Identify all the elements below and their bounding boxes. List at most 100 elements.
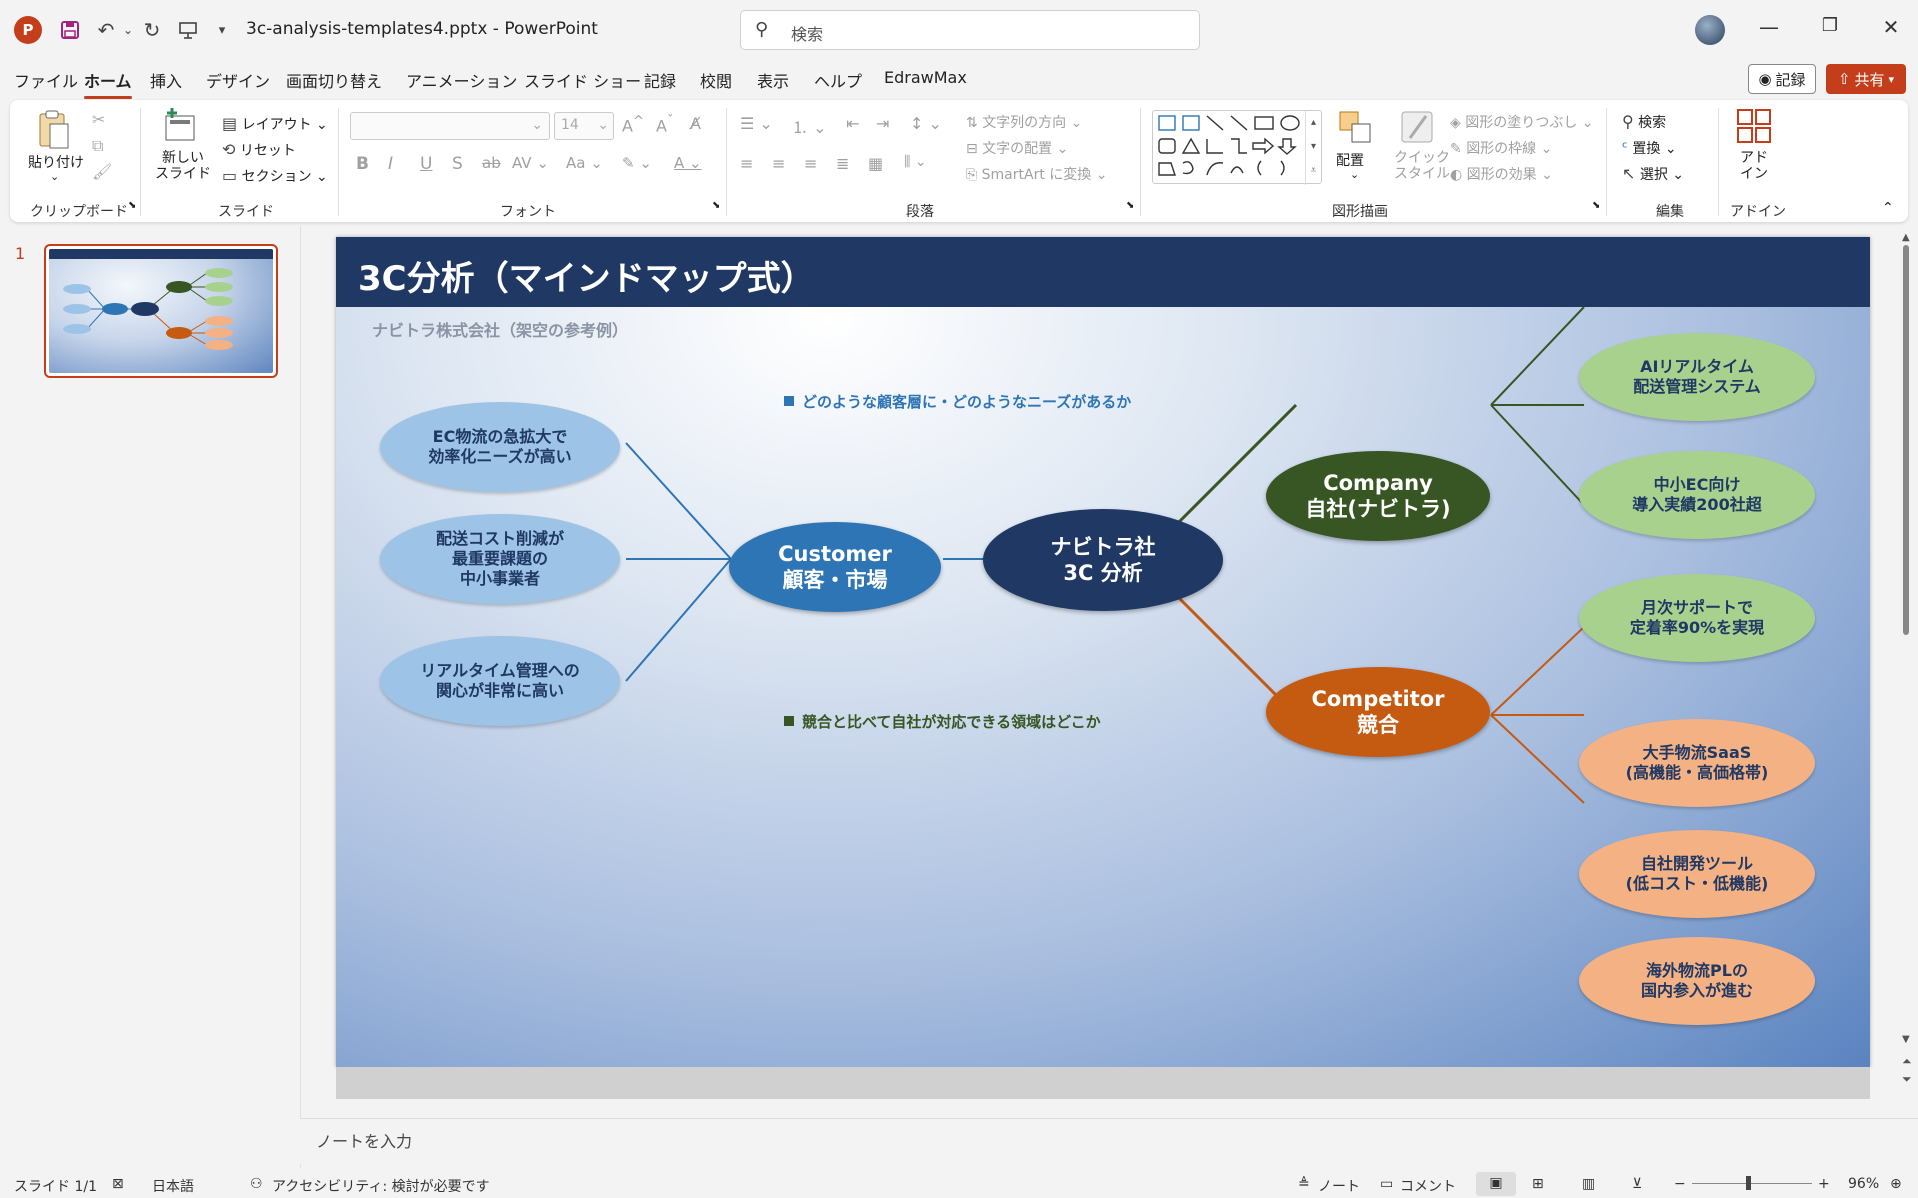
paste-button[interactable]: 貼り付け [28, 152, 84, 172]
dialog-launcher-icon[interactable]: ⬊ [712, 200, 720, 211]
zoom-in-icon[interactable]: + [1818, 1176, 1830, 1192]
company-node[interactable]: Company 自社(ナビトラ) [1266, 451, 1490, 541]
minimize-button[interactable]: — [1754, 15, 1784, 39]
note-competitor[interactable]: 競合と比べて自社が対応できる領域はどこか [784, 711, 1101, 732]
dialog-launcher-icon[interactable]: ⬊ [128, 200, 136, 211]
arrange-dropdown-icon[interactable]: ⌄ [1350, 168, 1359, 181]
shape-outline-button[interactable]: ✎ 図形の枠線 ⌄ [1450, 138, 1552, 158]
next-slide-icon[interactable]: ⏷ [1902, 1072, 1912, 1087]
slide-sorter-icon[interactable]: ⊞ [1532, 1176, 1544, 1192]
italic-icon[interactable]: I [388, 154, 393, 174]
change-case-icon[interactable]: Aa ⌄ [566, 154, 603, 172]
save-icon[interactable] [56, 16, 84, 44]
line-spacing-icon[interactable]: ↕ ⌄ [910, 114, 942, 133]
redo-icon[interactable]: ↻ [138, 16, 166, 44]
slideshow-icon[interactable]: ⊻ [1632, 1176, 1642, 1192]
distributed-icon[interactable]: ▦ [868, 154, 883, 173]
underline-icon[interactable]: U [420, 154, 432, 174]
font-size-combo[interactable]: 14 ⌄ [554, 112, 614, 140]
shapes-gallery[interactable]: ▴ ▾ ⩡ [1152, 110, 1322, 185]
center-node[interactable]: ナビトラ社 3C 分析 [983, 509, 1223, 611]
notes-toggle[interactable]: ノート [1318, 1176, 1360, 1196]
bold-icon[interactable]: B [356, 154, 369, 174]
find-button[interactable]: ⚲ 検索 [1622, 112, 1666, 132]
tab-help[interactable]: ヘルプ [814, 68, 862, 92]
notes-icon[interactable]: ≜ [1298, 1176, 1310, 1192]
slide-thumbnail[interactable] [44, 244, 278, 378]
numbering-icon[interactable]: ⒈ ⌄ [792, 114, 827, 138]
competitor-leaf-1[interactable]: 大手物流SaaS (高機能・高価格帯) [1579, 719, 1815, 807]
comments-toggle[interactable]: コメント [1400, 1176, 1456, 1196]
spelling-check-icon[interactable]: ⊠ [112, 1176, 124, 1192]
search-box[interactable]: ⚲ 検索 [740, 10, 1200, 50]
tab-slideshow[interactable]: スライド ショー [524, 68, 641, 92]
tab-file[interactable]: ファイル [14, 68, 78, 92]
customer-leaf-1[interactable]: EC物流の急拡大で 効率化ニーズが高い [380, 402, 620, 492]
share-button[interactable]: ⇧ 共有 ▾ [1826, 64, 1906, 94]
accessibility-icon[interactable]: ⚇ [250, 1176, 263, 1192]
shadow-icon[interactable]: S [452, 154, 463, 174]
language-indicator[interactable]: 日本語 [152, 1176, 194, 1196]
close-button[interactable]: ✕ [1876, 15, 1906, 39]
align-left-icon[interactable]: ≡ [740, 154, 753, 173]
customize-qat-icon[interactable]: ▾ [208, 16, 236, 44]
zoom-slider-handle[interactable] [1746, 1176, 1751, 1190]
align-right-icon[interactable]: ≡ [804, 154, 817, 173]
select-button[interactable]: ↖ 選択 ⌄ [1622, 164, 1684, 184]
record-button[interactable]: ◉ 記録 [1748, 64, 1816, 94]
decrease-indent-icon[interactable]: ⇤ [846, 114, 859, 133]
tab-record[interactable]: 記録 [644, 68, 676, 92]
company-leaf-1[interactable]: AIリアルタイム 配送管理システム [1579, 333, 1815, 421]
quick-style-icon[interactable] [1398, 108, 1438, 148]
increase-indent-icon[interactable]: ⇥ [876, 114, 889, 133]
normal-view-icon[interactable]: ▣ [1476, 1172, 1516, 1196]
scrollbar-thumb[interactable] [1903, 245, 1909, 635]
shape-fill-button[interactable]: ◈ 図形の塗りつぶし ⌄ [1450, 112, 1594, 132]
clear-format-icon[interactable]: A̸ [690, 114, 701, 133]
tab-home[interactable]: ホーム [84, 68, 132, 99]
grow-font-icon[interactable]: A^ [622, 114, 644, 135]
tab-animations[interactable]: アニメーション [406, 68, 517, 92]
competitor-leaf-3[interactable]: 海外物流PLの 国内参入が進む [1579, 937, 1815, 1025]
section-button[interactable]: ▭ セクション ⌄ [222, 166, 328, 186]
previous-slide-icon[interactable]: ⏶ [1902, 1054, 1912, 1069]
arrange-icon[interactable] [1336, 108, 1376, 148]
customer-leaf-3[interactable]: リアルタイム管理への 関心が非常に高い [380, 636, 620, 726]
justify-icon[interactable]: ≣ [836, 154, 849, 173]
scroll-down-icon[interactable]: ▼ [1902, 1034, 1910, 1045]
zoom-out-icon[interactable]: − [1674, 1176, 1686, 1192]
char-spacing-icon[interactable]: AV ⌄ [512, 154, 549, 172]
zoom-level[interactable]: 96% [1848, 1176, 1879, 1192]
cut-icon[interactable]: ✂ [92, 110, 105, 129]
competitor-node[interactable]: Competitor 競合 [1266, 667, 1490, 757]
scroll-up-icon[interactable]: ▲ [1902, 232, 1910, 243]
customer-node[interactable]: Customer 顧客・市場 [729, 522, 941, 612]
new-slide-button[interactable]: 新しい スライド [155, 150, 211, 182]
columns-icon[interactable]: ⫼ ⌄ [904, 154, 927, 170]
tab-transitions[interactable]: 画面切り替え [286, 68, 382, 92]
text-direction-button[interactable]: ⇅ 文字列の方向 ⌄ [966, 112, 1082, 132]
company-leaf-3[interactable]: 月次サポートで 定着率90%を実現 [1579, 574, 1815, 662]
copy-icon[interactable]: ⧉ [92, 136, 103, 156]
highlight-icon[interactable]: ✎ ⌄ [622, 154, 652, 172]
tab-insert[interactable]: 挿入 [150, 68, 182, 92]
reading-view-icon[interactable]: ▥ [1582, 1176, 1595, 1192]
shrink-font-icon[interactable]: Aˇ [656, 114, 674, 135]
strikethrough-icon[interactable]: ab [482, 154, 501, 172]
comment-icon[interactable]: ▭ [1380, 1176, 1393, 1192]
layout-button[interactable]: ▤ レイアウト ⌄ [222, 114, 328, 134]
format-painter-icon[interactable]: 🖌 [92, 162, 112, 181]
tab-review[interactable]: 校閲 [700, 68, 732, 92]
dialog-launcher-icon[interactable]: ⬊ [1592, 200, 1600, 211]
quick-style-button[interactable]: クイック スタイル [1394, 150, 1450, 182]
new-slide-icon[interactable] [162, 106, 202, 146]
tab-view[interactable]: 表示 [757, 68, 789, 92]
replace-button[interactable]: ᶜ 置換 ⌄ [1622, 138, 1677, 158]
company-leaf-2[interactable]: 中小EC向け 導入実績200社超 [1579, 451, 1815, 539]
reset-button[interactable]: ⟲ リセット [222, 140, 296, 160]
customer-leaf-2[interactable]: 配送コスト削減が 最重要課題の 中小事業者 [380, 514, 620, 604]
tab-edrawmax[interactable]: EdrawMax [884, 68, 967, 87]
presentation-start-icon[interactable] [174, 16, 202, 44]
competitor-leaf-2[interactable]: 自社開発ツール (低コスト・低機能) [1579, 830, 1815, 918]
accessibility-status[interactable]: アクセシビリティ: 検討が必要です [272, 1176, 490, 1196]
